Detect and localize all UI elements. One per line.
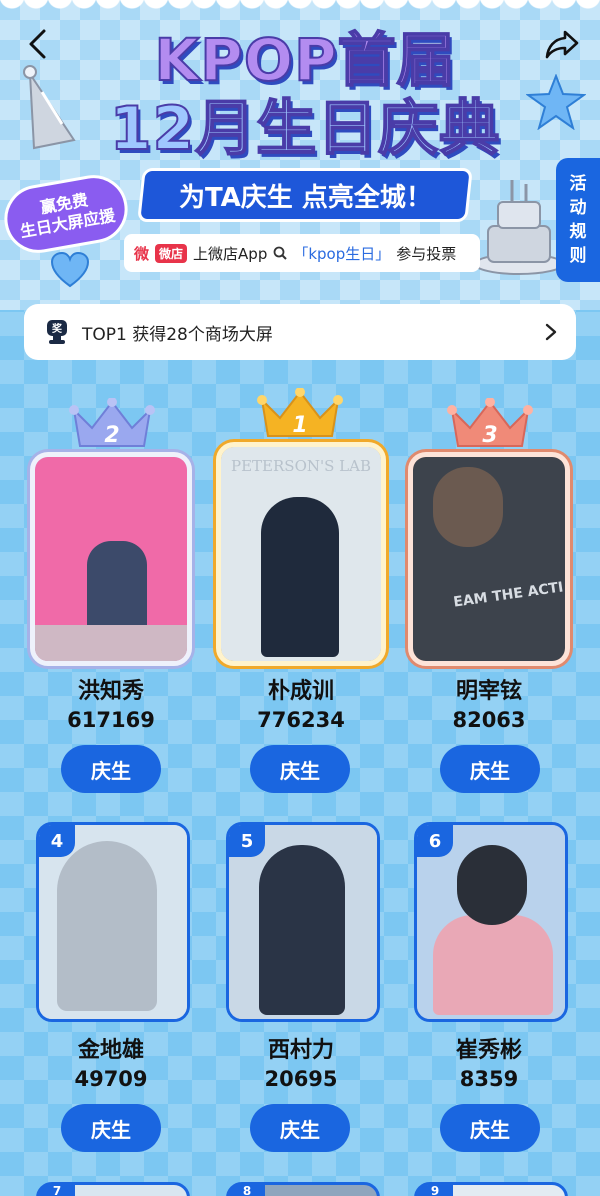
vote-count: 8359 xyxy=(459,1067,519,1091)
instruction-keyword: 「kpop生日」 xyxy=(293,244,391,263)
photo-watermark: PETERSON'S LAB xyxy=(231,457,371,475)
photo-hoodie-text: EAM THE ACTI xyxy=(452,579,565,611)
rank-badge: 7 xyxy=(39,1184,75,1196)
contestant-photo-frame[interactable]: PETERSON'S LAB xyxy=(216,442,386,666)
rank-badge: 4 xyxy=(39,825,75,857)
celebrate-button[interactable]: 庆生 xyxy=(61,745,161,793)
title-line-2: 12月生日庆典 xyxy=(109,93,501,165)
share-arrow-icon xyxy=(545,30,579,59)
rank-badge: 8 xyxy=(229,1184,265,1196)
vote-count: 82063 xyxy=(452,708,526,732)
celebrate-button[interactable]: 庆生 xyxy=(250,745,350,793)
search-icon xyxy=(273,246,288,260)
subtitle-text: 为TA庆生 点亮全城！ xyxy=(178,182,432,213)
rank-badge: 6 xyxy=(417,825,453,857)
back-button[interactable] xyxy=(20,26,56,62)
vote-count: 776234 xyxy=(257,708,345,732)
activity-rules-tab[interactable]: 活 动 规 则 xyxy=(556,158,600,282)
chevron-right-icon xyxy=(545,323,557,341)
crown-rank-number: 2 xyxy=(104,423,119,448)
photo-figure xyxy=(87,541,147,631)
photo-figure xyxy=(433,915,553,1015)
contestant-photo: EAM THE ACTI xyxy=(413,457,565,661)
event-title: KPOP首届 12月生日庆典 xyxy=(70,25,540,165)
contestant-name: 洪知秀 xyxy=(77,679,144,704)
photo-figure xyxy=(261,497,339,657)
rank-badge: 5 xyxy=(229,825,265,857)
celebrate-button[interactable]: 庆生 xyxy=(61,1104,161,1152)
rules-char: 动 xyxy=(569,198,587,218)
subtitle-banner: 为TA庆生 点亮全城！ xyxy=(137,168,473,222)
rules-char: 活 xyxy=(569,174,587,194)
contestant-name: 朴成训 xyxy=(267,679,334,704)
trophy-label: 奖 xyxy=(52,322,63,335)
contestant-photo-frame[interactable]: EAM THE ACTI xyxy=(408,452,570,666)
rules-char: 规 xyxy=(569,222,587,242)
weidian-logo: 微店 xyxy=(155,243,188,263)
contestant-photo-frame[interactable] xyxy=(30,452,192,666)
prize-banner[interactable]: 奖 TOP1 获得28个商场大屏 xyxy=(24,304,576,360)
silver-crown-icon: 2 xyxy=(69,398,155,448)
photo-figure xyxy=(259,845,345,1015)
instruction-suffix: 参与投票 xyxy=(396,244,457,263)
celebrate-button[interactable]: 庆生 xyxy=(250,1104,350,1152)
contestant-name: 金地雄 xyxy=(77,1038,144,1063)
header-scallop-edge xyxy=(0,0,600,14)
trophy-icon: 奖 xyxy=(47,320,67,344)
contestant-photo: PETERSON'S LAB xyxy=(221,447,381,661)
chevron-left-icon xyxy=(29,29,46,59)
prize-text: TOP1 获得28个商场大屏 xyxy=(82,324,273,345)
vote-count: 49709 xyxy=(74,1067,148,1091)
contestant-name: 西村力 xyxy=(267,1038,334,1063)
rules-char: 则 xyxy=(569,246,587,266)
share-button[interactable] xyxy=(544,26,580,62)
weidian-wordmark: 微 xyxy=(134,244,150,263)
vote-instruction-strip: 微 微店 上微店App 「kpop生日」 参与投票 xyxy=(124,234,480,272)
instruction-prefix: 上微店App xyxy=(193,244,268,263)
bronze-crown-icon: 3 xyxy=(447,398,533,448)
cake-decoration xyxy=(474,180,564,275)
photo-floor xyxy=(35,625,187,661)
photo-head xyxy=(457,845,527,925)
contestant-name: 崔秀彬 xyxy=(455,1038,522,1063)
heart-decoration xyxy=(50,252,90,288)
photo-figure xyxy=(57,841,157,1011)
title-line-1: KPOP首届 xyxy=(153,25,456,95)
photo-figure xyxy=(433,467,503,547)
celebrate-button[interactable]: 庆生 xyxy=(440,1104,540,1152)
crown-rank-number: 3 xyxy=(482,423,497,448)
celebrate-button[interactable]: 庆生 xyxy=(440,745,540,793)
gold-crown-icon: 1 xyxy=(257,388,343,438)
crown-rank-number: 1 xyxy=(292,413,307,438)
contestant-photo xyxy=(35,457,187,661)
vote-count: 617169 xyxy=(67,708,155,732)
rank-badge: 9 xyxy=(417,1184,453,1196)
contestant-name: 明宰铉 xyxy=(455,679,522,704)
vote-count: 20695 xyxy=(264,1067,338,1091)
